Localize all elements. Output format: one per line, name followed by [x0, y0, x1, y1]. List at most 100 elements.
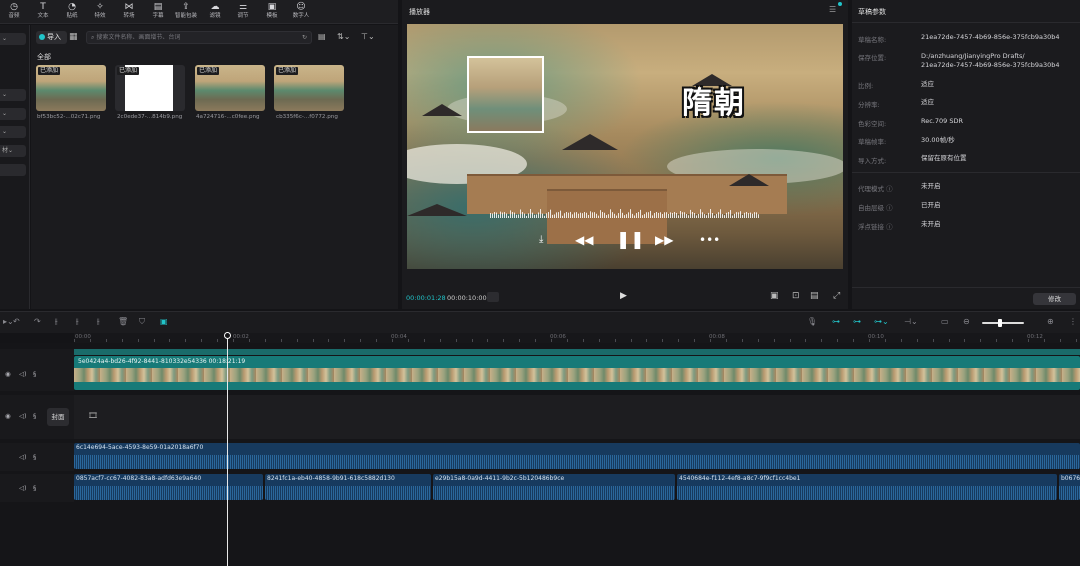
waveform-bar — [596, 213, 597, 218]
left-category-item[interactable] — [0, 164, 26, 176]
waveform-bar — [632, 213, 633, 218]
media-thumbnail[interactable]: 已添加 — [195, 65, 265, 111]
toolbar-text[interactable]: T 文本 — [30, 2, 56, 22]
cover-button[interactable]: 封面 — [47, 408, 69, 426]
aspect-ratio-icon[interactable]: ▤ — [810, 291, 819, 301]
lock-icon[interactable]: § — [33, 370, 36, 378]
waveform-bar — [534, 214, 535, 218]
speaker-icon[interactable]: ◁) — [19, 412, 27, 420]
ruler-tick — [1028, 339, 1029, 342]
speaker-icon[interactable]: ◁) — [19, 484, 27, 492]
lock-icon[interactable]: § — [33, 412, 36, 420]
media-search-input[interactable]: ⌕ 搜索文件名称、画面增节、台词 ↻ — [86, 31, 312, 44]
split-right-icon[interactable]: ⫲ — [97, 317, 100, 327]
auto-snap-icon[interactable]: ⊶ — [853, 317, 861, 327]
split-icon[interactable]: ⫲ — [55, 317, 58, 327]
left-category-item[interactable]: ⌄ — [0, 33, 26, 45]
player-menu-icon[interactable]: ☰ — [829, 5, 836, 14]
delete-icon[interactable]: 🗑 — [118, 317, 128, 327]
zoom-in-icon[interactable]: ⊕ — [1047, 317, 1054, 327]
waveform-bar — [726, 212, 727, 218]
microphone-icon[interactable]: 🎙 — [807, 317, 817, 327]
layout-icon[interactable]: ▤ — [318, 32, 326, 42]
toolbar-digital-human[interactable]: ☺ 数字人 — [288, 2, 314, 22]
toolbar-transition[interactable]: ⋈ 转场 — [116, 2, 142, 22]
mask-icon[interactable]: ⛉ — [139, 317, 145, 327]
zoom-slider[interactable] — [982, 322, 1024, 324]
waveform-bar — [664, 212, 665, 218]
timecode-mode-toggle[interactable] — [487, 292, 499, 302]
toolbar-audio[interactable]: ◷ 音频 — [1, 2, 27, 22]
caption-icon[interactable]: ▭ — [941, 317, 949, 327]
waveform-bar — [604, 212, 605, 218]
waveform-bar — [684, 212, 685, 218]
ai-feature-icon[interactable]: ▣ — [160, 317, 168, 327]
edit-params-button[interactable]: 修改 — [1033, 293, 1076, 305]
audio-clip[interactable]: 8241fc1a-eb40-4858-9b91-618c5882d130 — [265, 474, 431, 500]
download-icon[interactable]: ⤓ — [539, 228, 543, 252]
main-track-magnet-icon[interactable]: ⊶ — [832, 317, 840, 327]
cover-track[interactable] — [74, 395, 1080, 439]
toolbar-subtitle[interactable]: ▤ 字幕 — [145, 2, 171, 22]
waveform-bar — [548, 212, 549, 218]
toolbar-smart-pack[interactable]: ⇪ 智能包装 — [173, 2, 199, 22]
redo-icon[interactable]: ↷ — [34, 317, 41, 327]
media-thumbnail[interactable]: 已添加 — [115, 65, 185, 111]
audio-clip[interactable]: 4540684e-f112-4ef8-a8c7-9f9cf1cc4be1 — [677, 474, 1057, 500]
fullscreen-icon[interactable]: ⤢ — [833, 291, 840, 301]
eye-icon[interactable]: ◉ — [5, 412, 11, 420]
grid-view-icon[interactable]: ▦ — [69, 32, 79, 42]
media-thumbnail[interactable]: 已添加 — [36, 65, 106, 111]
lock-icon[interactable]: § — [33, 484, 36, 492]
zoom-slider-thumb[interactable] — [998, 319, 1002, 327]
pause-icon[interactable]: ❚❚ — [616, 228, 645, 252]
left-category-item[interactable]: ⌄ — [0, 89, 26, 101]
ruler-label: 00:00 — [75, 334, 91, 340]
toolbar-filter[interactable]: ☁ 滤镜 — [202, 2, 228, 22]
waveform-bar — [598, 215, 599, 218]
fast-forward-icon[interactable]: ▶▶ — [655, 228, 673, 252]
waveform-bar — [516, 214, 517, 218]
crop-icon[interactable]: ⊡ — [792, 291, 800, 301]
undo-icon[interactable]: ↶ — [13, 317, 20, 327]
lock-icon[interactable]: § — [33, 453, 36, 461]
toolbar-template[interactable]: ▣ 模板 — [259, 2, 285, 22]
timeline-more-icon[interactable]: ⋮ — [1069, 317, 1077, 327]
refresh-icon[interactable]: ↻ — [302, 32, 307, 43]
rewind-icon[interactable]: ◀◀ — [575, 228, 593, 252]
preview-axis-icon[interactable]: ⊣⌄ — [904, 317, 918, 327]
filter-dropdown-icon[interactable]: ⊤⌄ — [361, 32, 375, 42]
speaker-icon[interactable]: ◁) — [19, 453, 27, 461]
split-left-icon[interactable]: ⫲ — [76, 317, 79, 327]
eye-icon[interactable]: ◉ — [5, 370, 11, 378]
waveform-bar — [508, 215, 509, 218]
ruler-tick — [328, 339, 330, 342]
play-icon[interactable]: ▶ — [620, 291, 627, 301]
speaker-icon[interactable]: ◁) — [19, 370, 27, 378]
import-button[interactable]: 导入 — [36, 31, 67, 44]
video-title-text[interactable]: 隋朝 — [682, 78, 746, 122]
audio-clip[interactable]: 0857acf7-cc67-4082-83a8-adfd63e9a640 — [74, 474, 263, 500]
picture-in-picture-overlay[interactable] — [467, 56, 544, 133]
more-icon[interactable]: ••• — [699, 228, 720, 252]
zoom-out-icon[interactable]: ⊖ — [963, 317, 970, 327]
left-category-item[interactable]: ⌄ — [0, 126, 26, 138]
toolbar-effects[interactable]: ✧ 特效 — [87, 2, 113, 22]
playhead[interactable] — [227, 333, 228, 566]
audio-clip[interactable]: 6c14e694-5ace-4593-8e59-01a2018a6f70 — [74, 443, 1080, 469]
left-category-item[interactable]: ⌄ — [0, 108, 26, 120]
divider — [852, 22, 1080, 23]
ruler-tick — [630, 339, 632, 342]
audio-clip[interactable]: e29b15a8-0a9d-4411-9b2c-5b120486b9ce — [433, 474, 675, 500]
playhead-handle[interactable] — [224, 332, 231, 339]
sort-icon[interactable]: ⇅⌄ — [337, 32, 350, 42]
media-thumbnail[interactable]: 已添加 — [274, 65, 344, 111]
audio-clip[interactable]: b0676 — [1059, 474, 1080, 500]
toolbar-adjust[interactable]: ⚌ 调节 — [230, 2, 256, 22]
display-mode-icon[interactable]: ▣ — [770, 291, 779, 301]
left-category-item[interactable]: 材⌄ — [0, 145, 26, 157]
media-file-name: 4a724716-...c0fee.png — [196, 114, 260, 120]
waveform-bar — [564, 213, 565, 218]
linkage-icon[interactable]: ⊶⌄ — [874, 317, 889, 327]
toolbar-sticker[interactable]: ◔ 贴纸 — [59, 2, 85, 22]
